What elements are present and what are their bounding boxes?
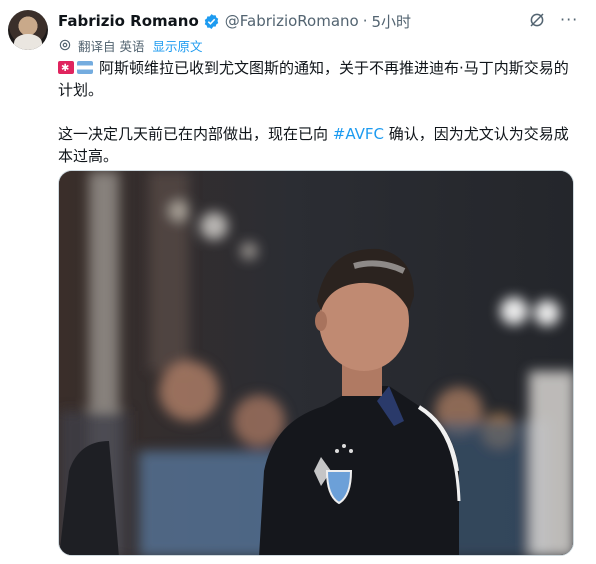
- tweet-photo[interactable]: [58, 170, 574, 556]
- tweet-paragraph-1: 阿斯顿维拉已收到尤文图斯的通知，关于不再推进迪布·马丁内斯交易的计划。: [58, 57, 578, 101]
- argentina-flag-icon: [77, 61, 93, 74]
- photo-drawing: [59, 171, 573, 555]
- avatar[interactable]: [8, 10, 48, 50]
- tweet-text: 阿斯顿维拉已收到尤文图斯的通知，关于不再推进迪布·马丁内斯交易的计划。 这一决定…: [58, 57, 578, 167]
- author-name[interactable]: Fabrizio Romano: [58, 12, 199, 30]
- verified-badge-icon: [203, 13, 220, 30]
- siren-flag-icon: [58, 58, 74, 80]
- timestamp[interactable]: 5小时: [371, 11, 411, 32]
- translate-gear-icon: [58, 38, 72, 52]
- tweet-card[interactable]: Fabrizio Romano @FabrizioRomano · 5小时 ··…: [0, 0, 596, 564]
- separator-dot: ·: [362, 12, 368, 30]
- show-original-link[interactable]: 显示原文: [152, 36, 202, 55]
- tweet-paragraph-2: 这一决定几天前已在内部做出，现在已向 #AVFC 确认，因为尤文认为交易成本过高…: [58, 123, 578, 167]
- translated-from-label: 翻译自 英语: [78, 38, 145, 54]
- hashtag-link[interactable]: #AVFC: [333, 125, 384, 143]
- tweet-line-1: 阿斯顿维拉已收到尤文图斯的通知，关于不再推进迪布·马丁内斯交易的计划。: [58, 59, 569, 99]
- grok-icon[interactable]: [528, 11, 546, 33]
- tweet-header: Fabrizio Romano @FabrizioRomano · 5小时: [58, 10, 411, 32]
- author-handle[interactable]: @FabrizioRomano: [225, 12, 359, 30]
- more-icon[interactable]: ···: [560, 10, 578, 29]
- tweet-line-2-before: 这一决定几天前已在内部做出，现在已向: [58, 125, 333, 143]
- translation-bar: 翻译自 英语 显示原文: [58, 36, 203, 54]
